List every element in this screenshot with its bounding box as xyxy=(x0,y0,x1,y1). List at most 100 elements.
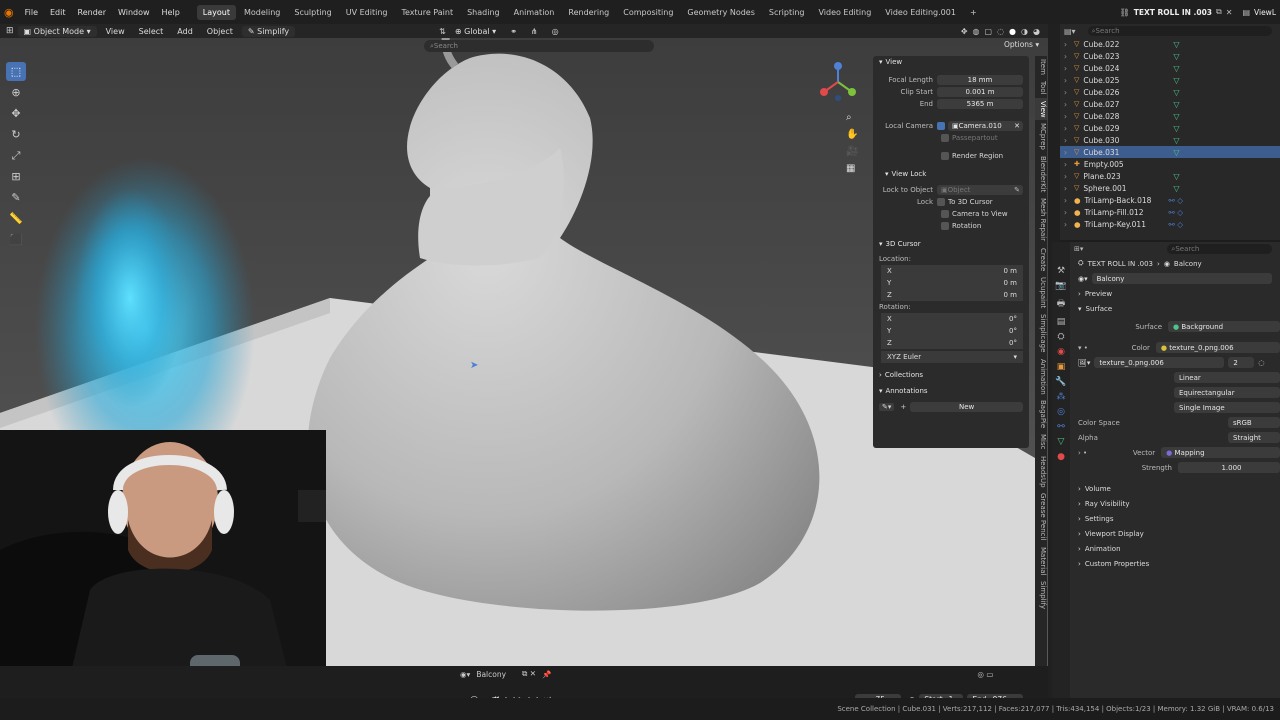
menu-file[interactable]: File xyxy=(20,6,43,19)
vector-expand-icon[interactable]: › • xyxy=(1078,449,1087,457)
scene-name-field[interactable]: TEXT ROLL IN .003 xyxy=(1134,8,1212,17)
light-constraint-icon[interactable]: ⚯ ◇ xyxy=(1169,208,1183,217)
outliner-item[interactable]: › ▽ Cube.031 ▽ xyxy=(1060,146,1280,158)
tab-uv-editing[interactable]: UV Editing xyxy=(340,5,394,20)
annotations-section-header[interactable]: ▾ Annotations xyxy=(873,385,1029,397)
collections-section-header[interactable]: › Collections xyxy=(873,369,1029,381)
mesh-data-icon[interactable]: ▽ xyxy=(1173,100,1179,109)
copy-scene-icon[interactable]: ⧉ xyxy=(1216,7,1222,17)
pivot-icon[interactable]: ⚭ xyxy=(505,26,522,37)
mesh-data-icon[interactable]: ▽ xyxy=(1173,64,1179,73)
outliner-item[interactable]: › ▽ Cube.029 ▽ xyxy=(1060,122,1280,134)
outliner-item[interactable]: › ▽ Cube.026 ▽ xyxy=(1060,86,1280,98)
outliner-item[interactable]: › ▽ Cube.024 ▽ xyxy=(1060,62,1280,74)
annotation-pencil-icon[interactable]: ✎▾ xyxy=(879,403,895,411)
outliner-type-icon[interactable]: ▤▾ xyxy=(1064,27,1076,36)
overlay-icon[interactable]: ◍ xyxy=(973,27,980,36)
menu-edit[interactable]: Edit xyxy=(45,6,71,19)
image-users-field[interactable]: 2 xyxy=(1228,357,1255,368)
annotations-new-button[interactable]: New xyxy=(910,402,1023,412)
location-z-field[interactable]: Z 0 m xyxy=(881,289,1023,301)
expand-arrow-icon[interactable]: › xyxy=(1064,220,1070,229)
tab-shading[interactable]: Shading xyxy=(461,5,506,20)
tab-texture-paint[interactable]: Texture Paint xyxy=(395,5,459,20)
snap-icon[interactable]: ⋔ xyxy=(526,26,543,37)
outliner-item[interactable]: › ✚ Empty.005 xyxy=(1060,158,1280,170)
pin-icon[interactable]: 📌 xyxy=(542,670,551,679)
world-selector[interactable]: ◉▾ Balcony xyxy=(1070,271,1280,286)
tab-layout[interactable]: Layout xyxy=(196,4,236,20)
projection-dropdown[interactable]: Equirectangular xyxy=(1174,387,1280,398)
menu-render[interactable]: Render xyxy=(73,6,111,19)
viewport-search-input[interactable]: ⌕ Search xyxy=(424,40,654,52)
volume-section[interactable]: › Volume xyxy=(1070,481,1280,496)
expand-arrow-icon[interactable]: › xyxy=(1064,136,1070,145)
to-3d-cursor-checkbox[interactable] xyxy=(937,198,945,206)
animation-section[interactable]: › Animation xyxy=(1070,541,1280,556)
move-icon[interactable]: ✥ xyxy=(6,104,26,123)
menu-select[interactable]: Select xyxy=(134,26,169,37)
outliner-item[interactable]: › ▽ Cube.025 ▽ xyxy=(1060,74,1280,86)
object-tab-icon[interactable]: ▣ xyxy=(1057,362,1066,372)
grid-projection-icon[interactable]: ▦ xyxy=(846,163,858,174)
tab-tool[interactable]: Tool xyxy=(1035,78,1047,98)
focal-length-field[interactable]: 18 mm xyxy=(937,75,1023,85)
outliner-item[interactable]: › ▽ Sphere.001 ▽ xyxy=(1060,182,1280,194)
lock-to-object-field[interactable]: ▣ Object ✎ xyxy=(937,185,1023,195)
color-space-dropdown[interactable]: sRGB xyxy=(1228,417,1280,428)
interpolation-dropdown[interactable]: Linear xyxy=(1174,372,1280,383)
mesh-data-icon[interactable]: ▽ xyxy=(1173,88,1179,97)
mesh-data-icon[interactable]: ▽ xyxy=(1173,148,1179,157)
color-expand-icon[interactable]: ▾ • xyxy=(1078,344,1088,352)
material-shading-icon[interactable]: ◑ xyxy=(1021,27,1028,36)
tab-blenderkit[interactable]: BlenderKit xyxy=(1035,153,1047,195)
mesh-data-icon[interactable]: ▽ xyxy=(1173,112,1179,121)
tab-create[interactable]: Create xyxy=(1035,245,1047,274)
3d-cursor-section-header[interactable]: ▾ 3D Cursor xyxy=(873,238,1029,250)
data-tab-icon[interactable]: ▽ xyxy=(1058,437,1065,447)
mesh-data-icon[interactable]: ▽ xyxy=(1173,52,1179,61)
ray-visibility-section[interactable]: › Ray Visibility xyxy=(1070,496,1280,511)
expand-arrow-icon[interactable]: › xyxy=(1064,148,1070,157)
menu-window[interactable]: Window xyxy=(113,6,155,19)
expand-arrow-icon[interactable]: › xyxy=(1064,64,1070,73)
scene-tab-icon[interactable]: ⛭ xyxy=(1057,332,1064,342)
custom-properties-section[interactable]: › Custom Properties xyxy=(1070,556,1280,571)
expand-arrow-icon[interactable]: › xyxy=(1064,40,1070,49)
expand-arrow-icon[interactable]: › xyxy=(1064,184,1070,193)
camera-to-view-checkbox[interactable] xyxy=(941,210,949,218)
surface-shader-field[interactable]: ● Background xyxy=(1168,321,1280,332)
expand-arrow-icon[interactable]: › xyxy=(1064,76,1070,85)
tab-animation[interactable]: Animation xyxy=(508,5,561,20)
clip-end-field[interactable]: 5365 m xyxy=(937,99,1023,109)
expand-arrow-icon[interactable]: › xyxy=(1064,172,1070,181)
expand-arrow-icon[interactable]: › xyxy=(1064,196,1070,205)
navigation-gizmo[interactable] xyxy=(816,60,860,104)
rotation-mode-dropdown[interactable]: XYZ Euler ▾ xyxy=(881,351,1023,363)
properties-type-icon[interactable]: ⊞▾ xyxy=(1074,245,1083,253)
menu-add[interactable]: Add xyxy=(172,26,198,37)
tab-item[interactable]: Item xyxy=(1035,56,1047,78)
outliner-item[interactable]: › ▽ Cube.030 ▽ xyxy=(1060,134,1280,146)
tab-rendering[interactable]: Rendering xyxy=(562,5,615,20)
physics-tab-icon[interactable]: ◎ xyxy=(1057,407,1065,417)
clip-start-field[interactable]: 0.001 m xyxy=(937,87,1023,97)
tab-geometry-nodes[interactable]: Geometry Nodes xyxy=(681,5,760,20)
tab-misc[interactable]: Misc xyxy=(1035,431,1047,452)
outliner-item[interactable]: › ▽ Cube.023 ▽ xyxy=(1060,50,1280,62)
expand-arrow-icon[interactable]: › xyxy=(1064,52,1070,61)
strength-field[interactable]: 1.000 xyxy=(1178,462,1280,473)
mesh-data-icon[interactable]: ▽ xyxy=(1173,172,1179,181)
rotation-z-field[interactable]: Z 0° xyxy=(881,337,1023,349)
eyedropper-icon[interactable]: ✎ xyxy=(1014,186,1020,194)
cursor-icon[interactable]: ⊕ xyxy=(6,83,26,102)
view-layer-field[interactable]: ViewL xyxy=(1254,8,1276,17)
source-dropdown[interactable]: Single Image xyxy=(1174,402,1280,413)
rotation-y-field[interactable]: Y 0° xyxy=(881,325,1023,337)
expand-arrow-icon[interactable]: › xyxy=(1064,208,1070,217)
tool-settings-icon[interactable]: ⚒ xyxy=(1057,266,1065,276)
local-camera-checkbox[interactable] xyxy=(937,122,945,130)
add-annotation-button[interactable]: + xyxy=(900,403,906,411)
transform-orientation-dropdown[interactable]: ⊕ Global ▾ xyxy=(450,26,501,37)
expand-arrow-icon[interactable]: › xyxy=(1064,124,1070,133)
